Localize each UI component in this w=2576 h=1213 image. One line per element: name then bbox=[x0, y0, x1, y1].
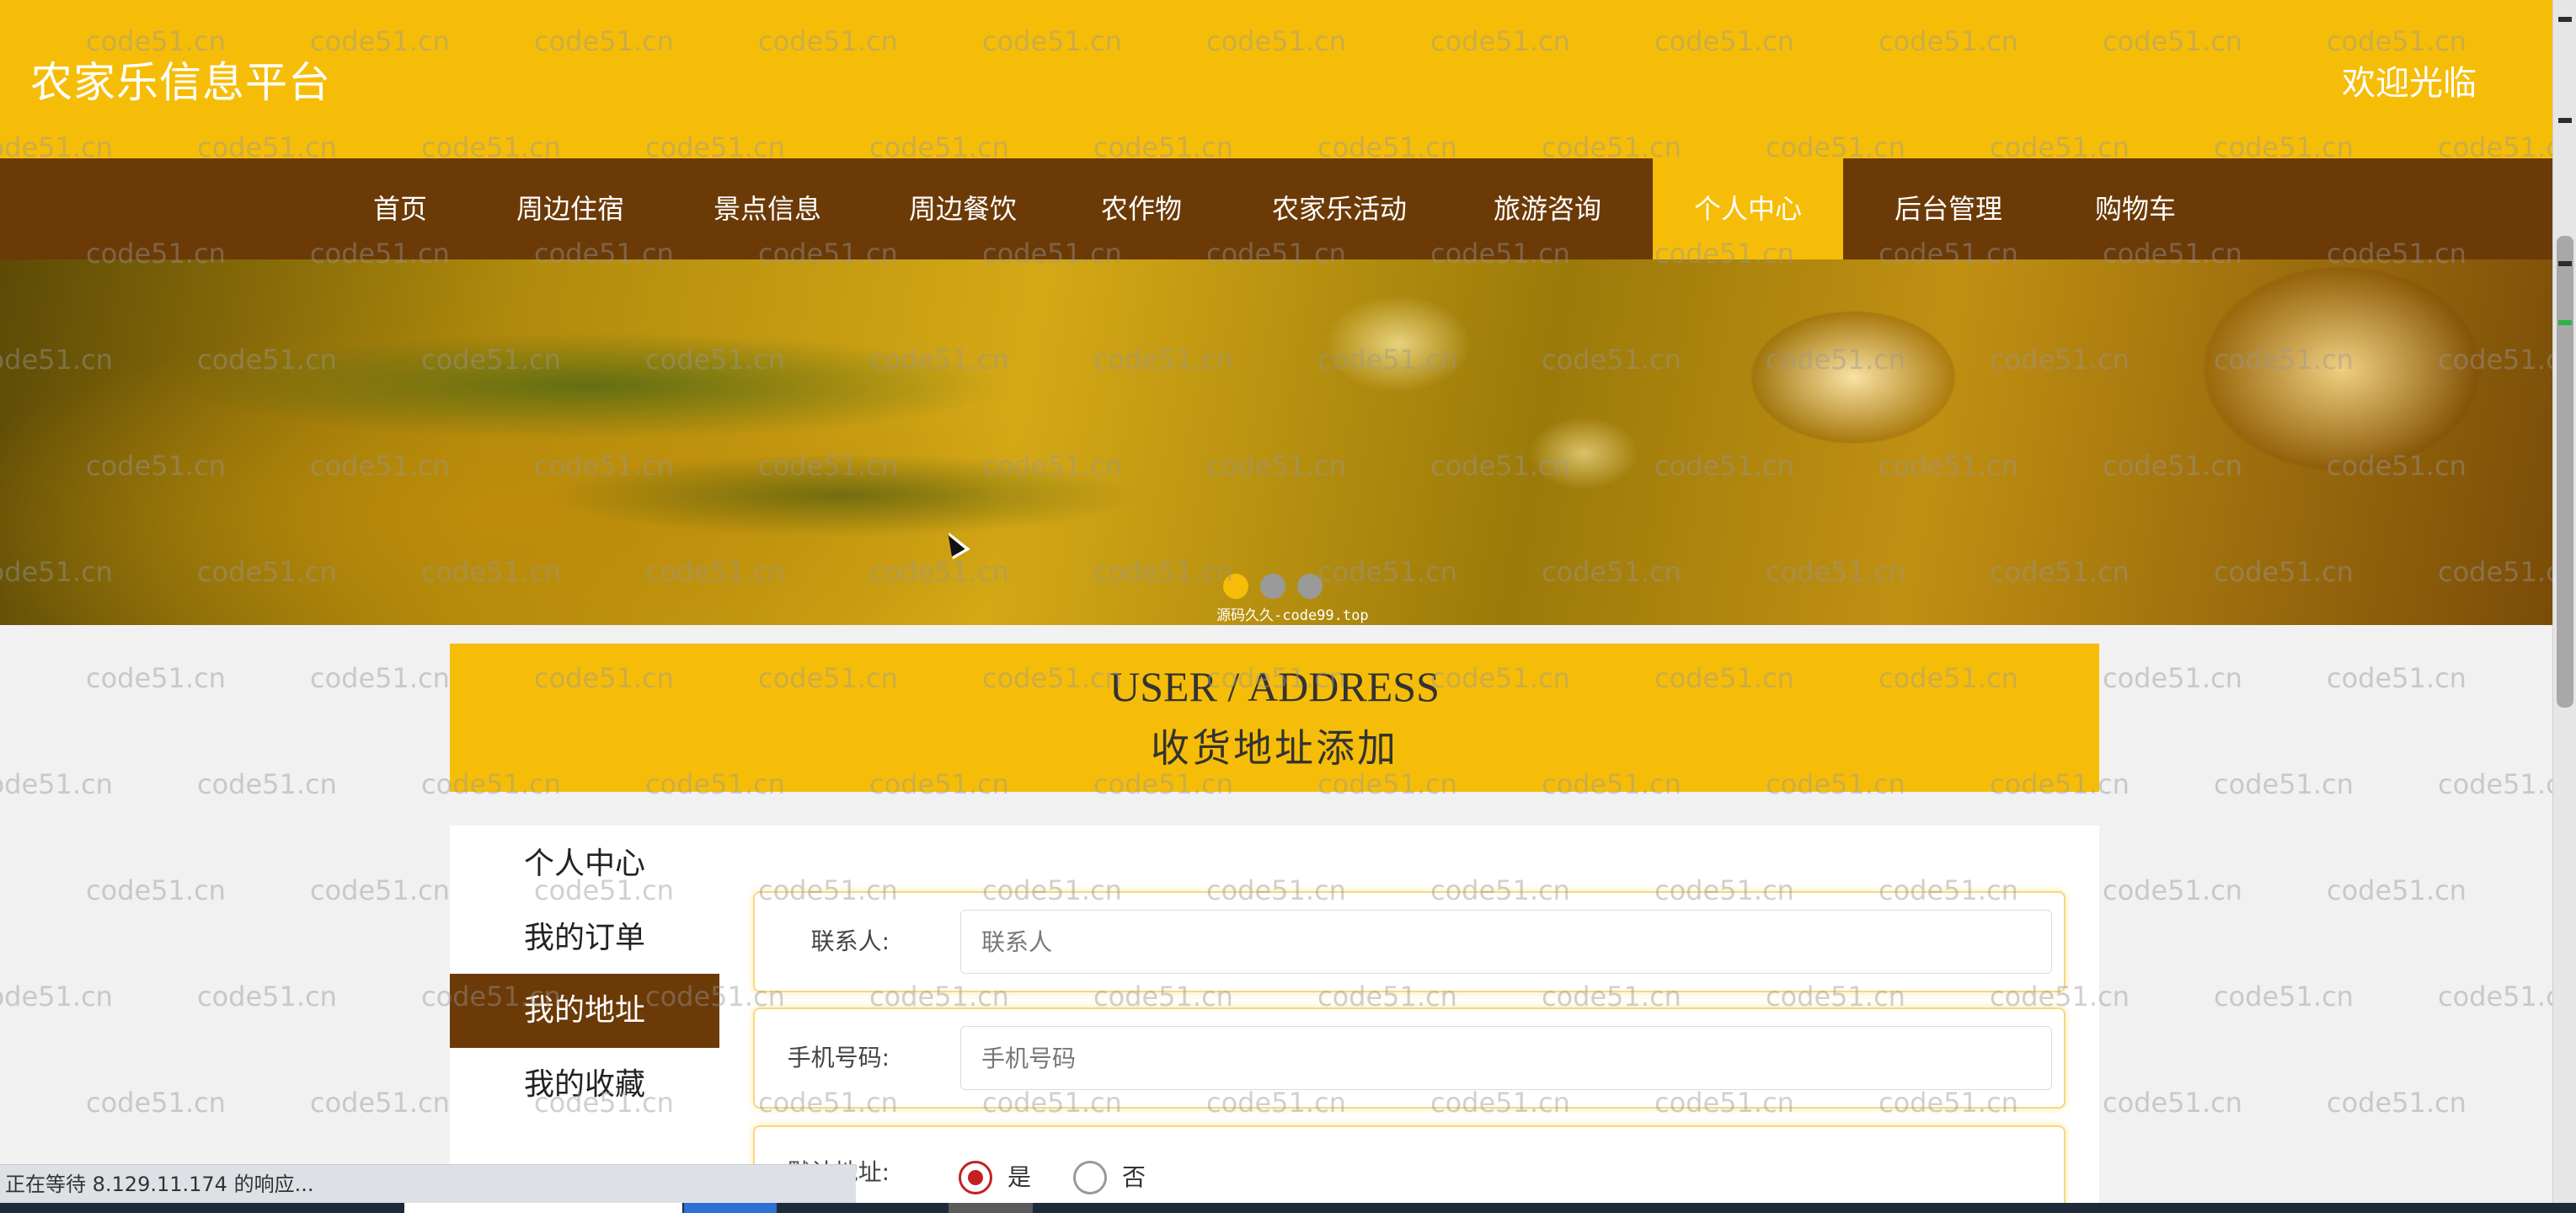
form-row-phone: 手机号码: bbox=[753, 1007, 2066, 1109]
browser-status-bar: 正在等待 8.129.11.174 的响应... bbox=[0, 1164, 856, 1203]
sidebar-item-personal-center[interactable]: 个人中心 bbox=[450, 827, 719, 901]
watermark-text: code51.cn bbox=[86, 1087, 226, 1119]
nav-item-crops[interactable]: 农作物 bbox=[1087, 158, 1196, 259]
default-yes-label[interactable]: 是 bbox=[1007, 1161, 1031, 1194]
taskbar-segment bbox=[684, 1203, 777, 1213]
contact-label: 联系人: bbox=[810, 927, 890, 955]
watermark-text: code51.cn bbox=[0, 981, 113, 1013]
sidebar: 个人中心 我的订单 我的地址 我的收藏 bbox=[450, 826, 719, 1213]
sidebar-item-favorites[interactable]: 我的收藏 bbox=[450, 1048, 719, 1122]
watermark-text: code51.cn bbox=[2327, 874, 2466, 906]
scrollbar-thumb[interactable] bbox=[2557, 236, 2573, 708]
watermark-text: code51.cn bbox=[310, 874, 450, 906]
scrollbar-marker bbox=[2558, 261, 2572, 266]
carousel-dot-1[interactable] bbox=[1223, 574, 1248, 599]
sidebar-item-orders[interactable]: 我的订单 bbox=[450, 901, 719, 975]
taskbar-segment bbox=[949, 1203, 1033, 1213]
phone-input[interactable] bbox=[960, 1026, 2052, 1090]
sidebar-item-address[interactable]: 我的地址 bbox=[450, 974, 719, 1048]
banner-caption: 源码久久-code99.top bbox=[1216, 607, 1369, 624]
watermark-text: code51.cn bbox=[2214, 768, 2354, 800]
form-row-default: 默认地址: bbox=[753, 1125, 2066, 1213]
nav-item-cart[interactable]: 购物车 bbox=[2072, 158, 2199, 259]
site-title[interactable]: 农家乐信息平台 bbox=[30, 49, 331, 110]
watermark-text: code51.cn bbox=[0, 768, 113, 800]
watermark-text: code51.cn bbox=[310, 1087, 450, 1119]
nav-item-personal-center[interactable]: 个人中心 bbox=[1653, 158, 1843, 259]
nav-item-dining[interactable]: 周边餐饮 bbox=[891, 158, 1034, 259]
watermark-text: code51.cn bbox=[2103, 662, 2242, 694]
watermark-text: code51.cn bbox=[2103, 1087, 2242, 1119]
watermark-text: code51.cn bbox=[2214, 981, 2354, 1013]
page-title-cn: 收货地址添加 bbox=[1151, 725, 1398, 771]
form-row-contact: 联系人: bbox=[753, 891, 2066, 992]
welcome-text: 欢迎光临 bbox=[2342, 64, 2477, 103]
nav-item-activities[interactable]: 农家乐活动 bbox=[1255, 158, 1424, 259]
page-title-en: USER / ADDRESS bbox=[1109, 663, 1440, 710]
watermark-text: code51.cn bbox=[197, 981, 337, 1013]
default-no-radio[interactable] bbox=[1073, 1161, 1107, 1194]
scrollbar-marker bbox=[2558, 320, 2572, 325]
watermark-text: code51.cn bbox=[2327, 1087, 2466, 1119]
watermark-text: code51.cn bbox=[86, 662, 226, 694]
taskbar-segment bbox=[404, 1203, 682, 1213]
watermark-text: code51.cn bbox=[2103, 874, 2242, 906]
page-scrollbar[interactable] bbox=[2552, 0, 2576, 1203]
scrollbar-marker bbox=[2558, 118, 2572, 123]
default-no-label[interactable]: 否 bbox=[1122, 1161, 1146, 1194]
taskbar bbox=[0, 1203, 2576, 1213]
watermark-text: code51.cn bbox=[2327, 662, 2466, 694]
carousel-dot-3[interactable] bbox=[1297, 574, 1323, 599]
nav-item-home[interactable]: 首页 bbox=[345, 158, 455, 259]
top-header: 农家乐信息平台 欢迎光临 bbox=[0, 0, 2552, 158]
watermark-text: code51.cn bbox=[197, 768, 337, 800]
watermark-text: code51.cn bbox=[310, 662, 450, 694]
carousel-dot-2[interactable] bbox=[1260, 574, 1285, 599]
banner-carousel: 源码久久-code99.top bbox=[0, 259, 2552, 625]
watermark-text: code51.cn bbox=[86, 874, 226, 906]
default-yes-radio[interactable] bbox=[959, 1161, 992, 1194]
nav-item-attractions[interactable]: 景点信息 bbox=[696, 158, 839, 259]
phone-label: 手机号码: bbox=[787, 1044, 890, 1071]
nav-item-lodging[interactable]: 周边住宿 bbox=[499, 158, 642, 259]
nav-item-consult[interactable]: 旅游咨询 bbox=[1476, 158, 1619, 259]
main-nav: 首页 周边住宿 景点信息 周边餐饮 农作物 农家乐活动 旅游咨询 个人中心 后台… bbox=[0, 158, 2552, 259]
nav-item-admin[interactable]: 后台管理 bbox=[1877, 158, 2020, 259]
scrollbar-marker bbox=[2558, 17, 2572, 22]
page-title-block: USER / ADDRESS 收货地址添加 bbox=[450, 644, 2099, 792]
contact-input[interactable] bbox=[960, 910, 2052, 974]
